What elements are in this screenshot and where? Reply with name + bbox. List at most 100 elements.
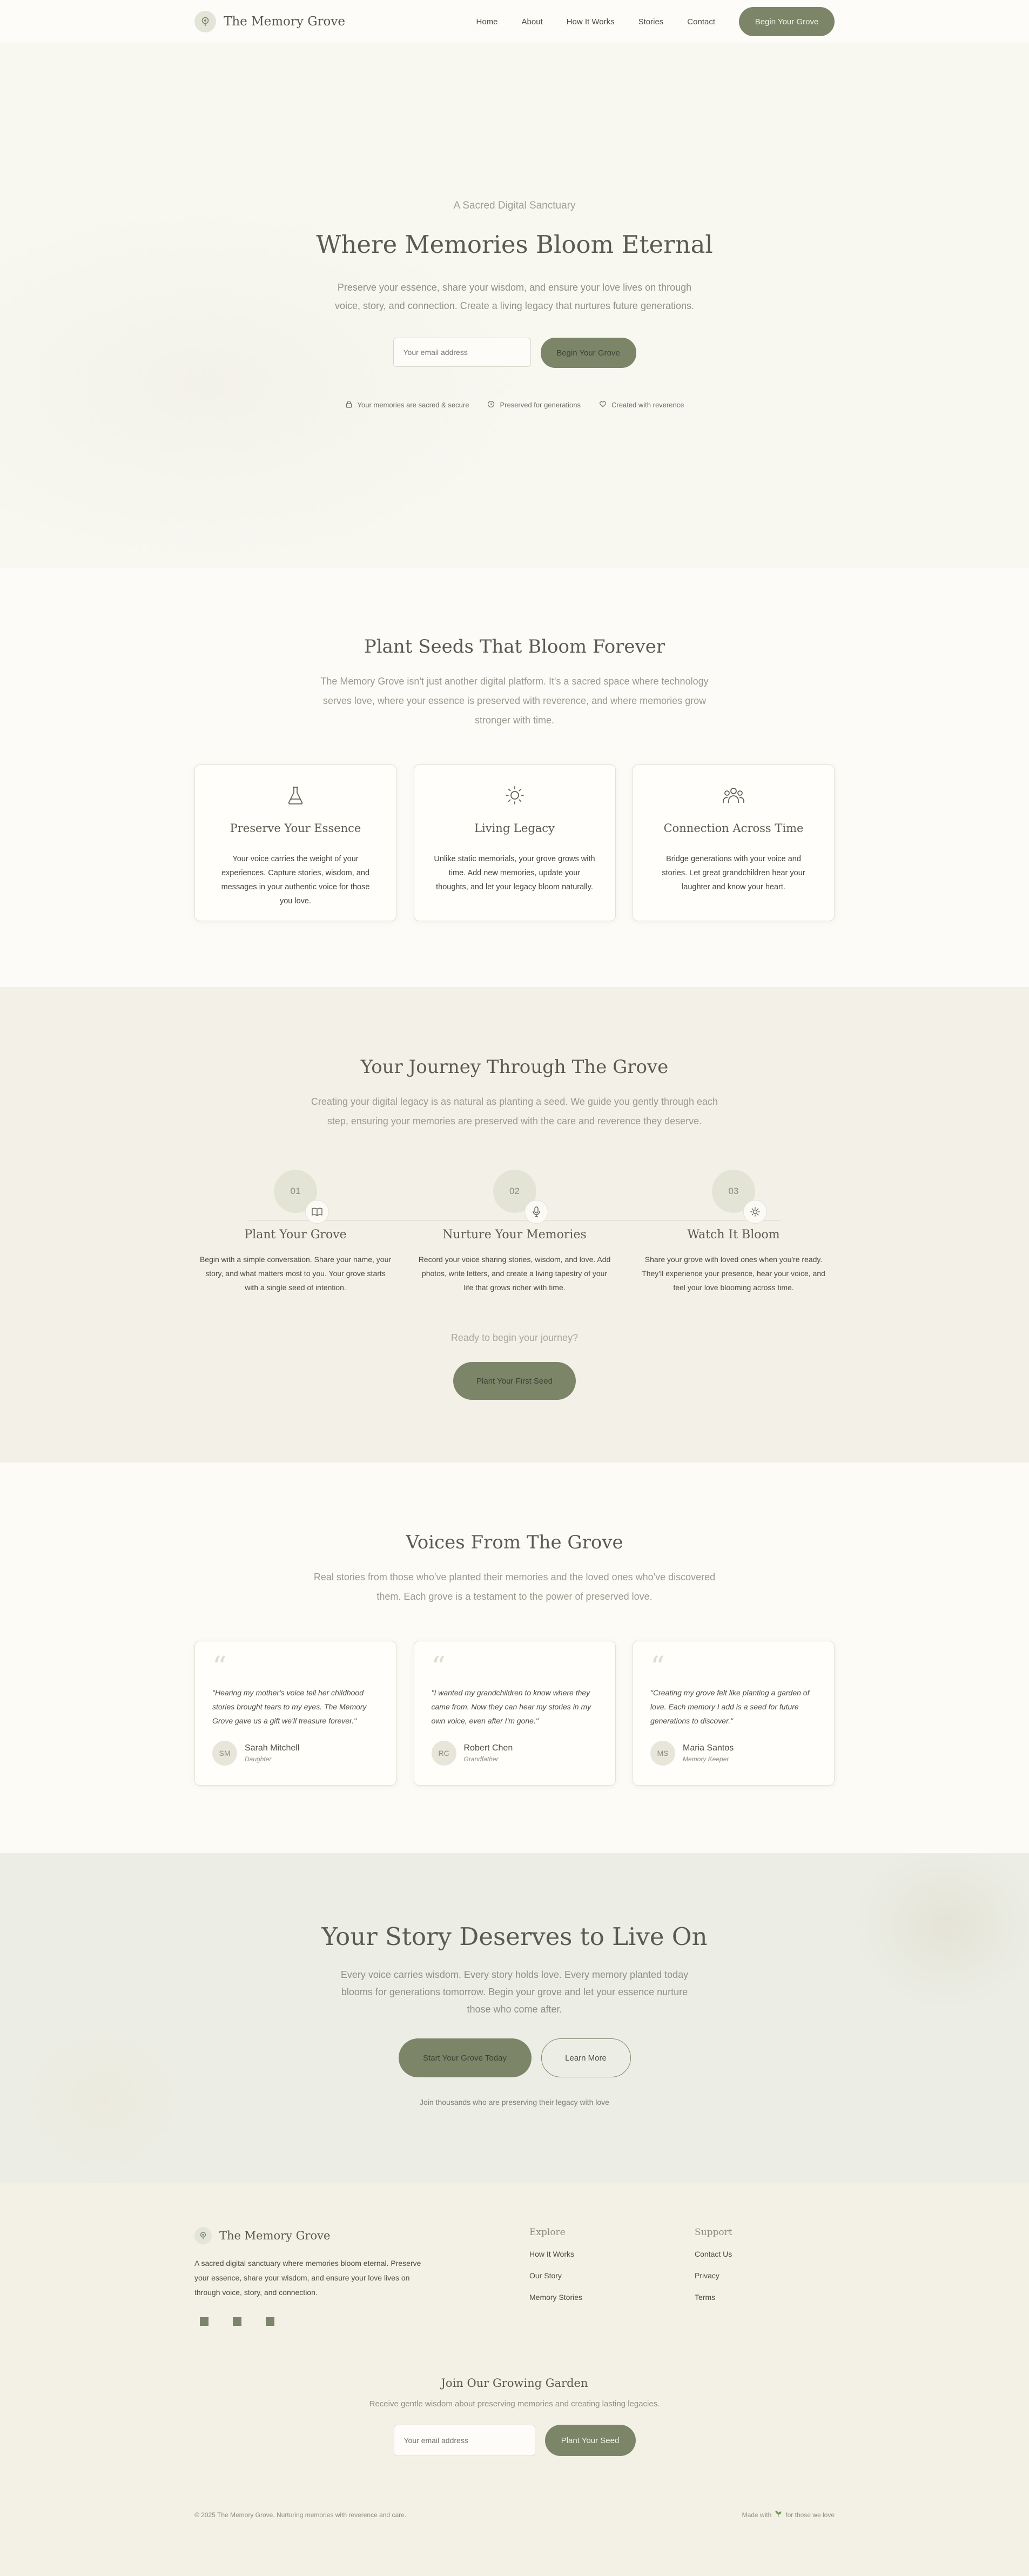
newsletter-subtitle: Receive gentle wisdom about preserving m… bbox=[369, 2399, 660, 2409]
flask-icon bbox=[285, 787, 306, 808]
plant-first-seed-button[interactable]: Plant Your First Seed bbox=[453, 1362, 576, 1400]
newsletter: Join Our Growing Garden Receive gentle w… bbox=[194, 2377, 835, 2456]
brand-name: The Memory Grove bbox=[224, 15, 346, 29]
nav-link-how-it-works[interactable]: How It Works bbox=[567, 17, 615, 26]
quote-icon: “ bbox=[431, 1651, 446, 1683]
newsletter-email-input[interactable] bbox=[393, 2425, 535, 2456]
feature-card: Preserve Your Essence Your voice carries… bbox=[194, 764, 396, 921]
footer-link-how-it-works[interactable]: How It Works bbox=[529, 2250, 695, 2258]
nav-link-about[interactable]: About bbox=[522, 17, 543, 26]
social-icon[interactable] bbox=[200, 2317, 209, 2326]
hero-signup-form: Begin Your Grove bbox=[0, 338, 1029, 368]
nav-link-contact[interactable]: Contact bbox=[687, 17, 715, 26]
footer-link-our-story[interactable]: Our Story bbox=[529, 2271, 695, 2280]
hero-begin-grove-button[interactable]: Begin Your Grove bbox=[540, 338, 636, 368]
footer-brand-name: The Memory Grove bbox=[219, 2229, 331, 2242]
cta-buttons: Start Your Grove Today Learn More bbox=[0, 2038, 1029, 2077]
step-text: Record your voice sharing stories, wisdo… bbox=[418, 1255, 611, 1292]
footer-link-privacy[interactable]: Privacy bbox=[695, 2271, 732, 2280]
testimonial-author: MS Maria Santos Memory Keeper bbox=[650, 1741, 817, 1766]
hero-email-input[interactable] bbox=[393, 338, 531, 367]
testimonials-title: Voices From The Grove bbox=[406, 1532, 623, 1553]
author-name: Sarah Mitchell bbox=[245, 1743, 300, 1753]
clock-icon bbox=[487, 400, 495, 410]
testimonial-quote: "Hearing my mother's voice tell her chil… bbox=[212, 1688, 367, 1725]
step-text: Begin with a simple conversation. Share … bbox=[199, 1255, 392, 1292]
users-icon bbox=[722, 788, 745, 808]
nav-link-home[interactable]: Home bbox=[476, 17, 497, 26]
journey-title: Your Journey Through The Grove bbox=[360, 1056, 669, 1078]
feature-card-title: Living Legacy bbox=[474, 822, 555, 835]
author-name: Robert Chen bbox=[463, 1743, 513, 1753]
tree-logo-icon bbox=[194, 11, 216, 32]
testimonial-card: “ "Hearing my mother's voice tell her ch… bbox=[194, 1641, 396, 1786]
nav-link-stories[interactable]: Stories bbox=[638, 17, 664, 26]
footer-link-contact[interactable]: Contact Us bbox=[695, 2250, 732, 2258]
feature-card-text: Unlike static memorials, your grove grow… bbox=[434, 855, 595, 891]
feature-card-title: Connection Across Time bbox=[663, 822, 804, 835]
journey-step: 02 Nurture Your Memories Record your voi… bbox=[414, 1170, 616, 1294]
made-prefix: Made with bbox=[742, 2511, 772, 2519]
testimonials-section: Voices From The Grove Real stories from … bbox=[0, 1463, 1029, 1853]
brand-link[interactable]: The Memory Grove bbox=[194, 11, 345, 32]
feature-card: Connection Across Time Bridge generation… bbox=[633, 764, 835, 921]
journey-steps: 01 Plant Your Grove Begin with a simple … bbox=[194, 1170, 835, 1294]
newsletter-title: Join Our Growing Garden bbox=[441, 2377, 588, 2390]
footer-link-terms[interactable]: Terms bbox=[695, 2293, 732, 2302]
learn-more-button[interactable]: Learn More bbox=[541, 2038, 631, 2077]
feature-card-text: Your voice carries the weight of your ex… bbox=[221, 855, 370, 905]
sun-icon bbox=[504, 786, 526, 808]
nav-links: Home About How It Works Stories Contact bbox=[476, 17, 715, 26]
footer-description: A sacred digital sanctuary where memorie… bbox=[194, 2259, 421, 2297]
testimonial-cards: “ "Hearing my mother's voice tell her ch… bbox=[194, 1641, 835, 1786]
testimonial-author: SM Sarah Mitchell Daughter bbox=[212, 1741, 379, 1766]
footer-link-memory-stories[interactable]: Memory Stories bbox=[529, 2293, 695, 2302]
avatar: SM bbox=[212, 1741, 237, 1766]
social-icon[interactable] bbox=[233, 2317, 241, 2326]
cta-subtitle: Every voice carries wisdom. Every story … bbox=[340, 1969, 689, 2015]
step-text: Share your grove with loved ones when yo… bbox=[642, 1255, 825, 1292]
feature-cards: Preserve Your Essence Your voice carries… bbox=[194, 764, 835, 921]
journey-step: 03 Watch It Bloom Share your grove with … bbox=[633, 1170, 835, 1294]
tree-logo-icon bbox=[194, 2227, 212, 2244]
footer-brand-link[interactable]: The Memory Grove bbox=[194, 2227, 529, 2244]
top-nav: The Memory Grove Home About How It Works… bbox=[0, 0, 1029, 43]
features-section: Plant Seeds That Bloom Forever The Memor… bbox=[0, 568, 1029, 987]
author-role: Grandfather bbox=[463, 1755, 499, 1763]
testimonials-subtitle: Real stories from those who've planted t… bbox=[313, 1572, 716, 1602]
footer-support-column: Support Contact Us Privacy Terms bbox=[695, 2227, 732, 2326]
newsletter-form: Plant Your Seed bbox=[194, 2425, 835, 2456]
hero-title: Where Memories Bloom Eternal bbox=[316, 230, 713, 259]
made-suffix: for those we love bbox=[785, 2511, 835, 2519]
features-title: Plant Seeds That Bloom Forever bbox=[364, 636, 665, 658]
trust-item-reverence: Created with reverence bbox=[599, 400, 684, 410]
social-icon[interactable] bbox=[266, 2317, 274, 2326]
cta-note: Join thousands who are preserving their … bbox=[420, 2098, 609, 2107]
nav-begin-grove-button[interactable]: Begin Your Grove bbox=[739, 7, 835, 36]
sun-icon bbox=[743, 1200, 767, 1224]
book-icon bbox=[305, 1200, 329, 1224]
footer-brand: The Memory Grove A sacred digital sanctu… bbox=[194, 2227, 529, 2326]
cta-section: Your Story Deserves to Live On Every voi… bbox=[0, 1853, 1029, 2183]
trust-item-secure: Your memories are sacred & secure bbox=[345, 400, 469, 410]
avatar: RC bbox=[431, 1741, 456, 1766]
microphone-icon bbox=[524, 1200, 548, 1224]
testimonial-card: “ "I wanted my grandchildren to know whe… bbox=[413, 1641, 616, 1786]
footer-support-title: Support bbox=[695, 2227, 732, 2238]
lock-icon bbox=[345, 400, 353, 410]
testimonial-quote: "Creating my grove felt like planting a … bbox=[650, 1688, 810, 1725]
feature-card-text: Bridge generations with your voice and s… bbox=[662, 855, 805, 891]
trust-indicators: Your memories are sacred & secure Preser… bbox=[0, 400, 1029, 410]
made-with-love: Made with for those we love bbox=[742, 2510, 835, 2519]
copyright: © 2025 The Memory Grove. Nurturing memor… bbox=[194, 2511, 407, 2519]
journey-ready-text: Ready to begin your journey? bbox=[450, 1332, 579, 1343]
feature-card-title: Preserve Your Essence bbox=[230, 822, 361, 835]
plant-your-seed-button[interactable]: Plant Your Seed bbox=[544, 2425, 636, 2456]
step-title: Plant Your Grove bbox=[244, 1228, 347, 1242]
avatar: MS bbox=[650, 1741, 675, 1766]
trust-text-generations: Preserved for generations bbox=[500, 401, 581, 409]
quote-icon: “ bbox=[212, 1651, 227, 1683]
footer-bottom: © 2025 The Memory Grove. Nurturing memor… bbox=[194, 2510, 835, 2519]
trust-text-secure: Your memories are sacred & secure bbox=[357, 401, 469, 409]
start-grove-button[interactable]: Start Your Grove Today bbox=[398, 2038, 532, 2077]
